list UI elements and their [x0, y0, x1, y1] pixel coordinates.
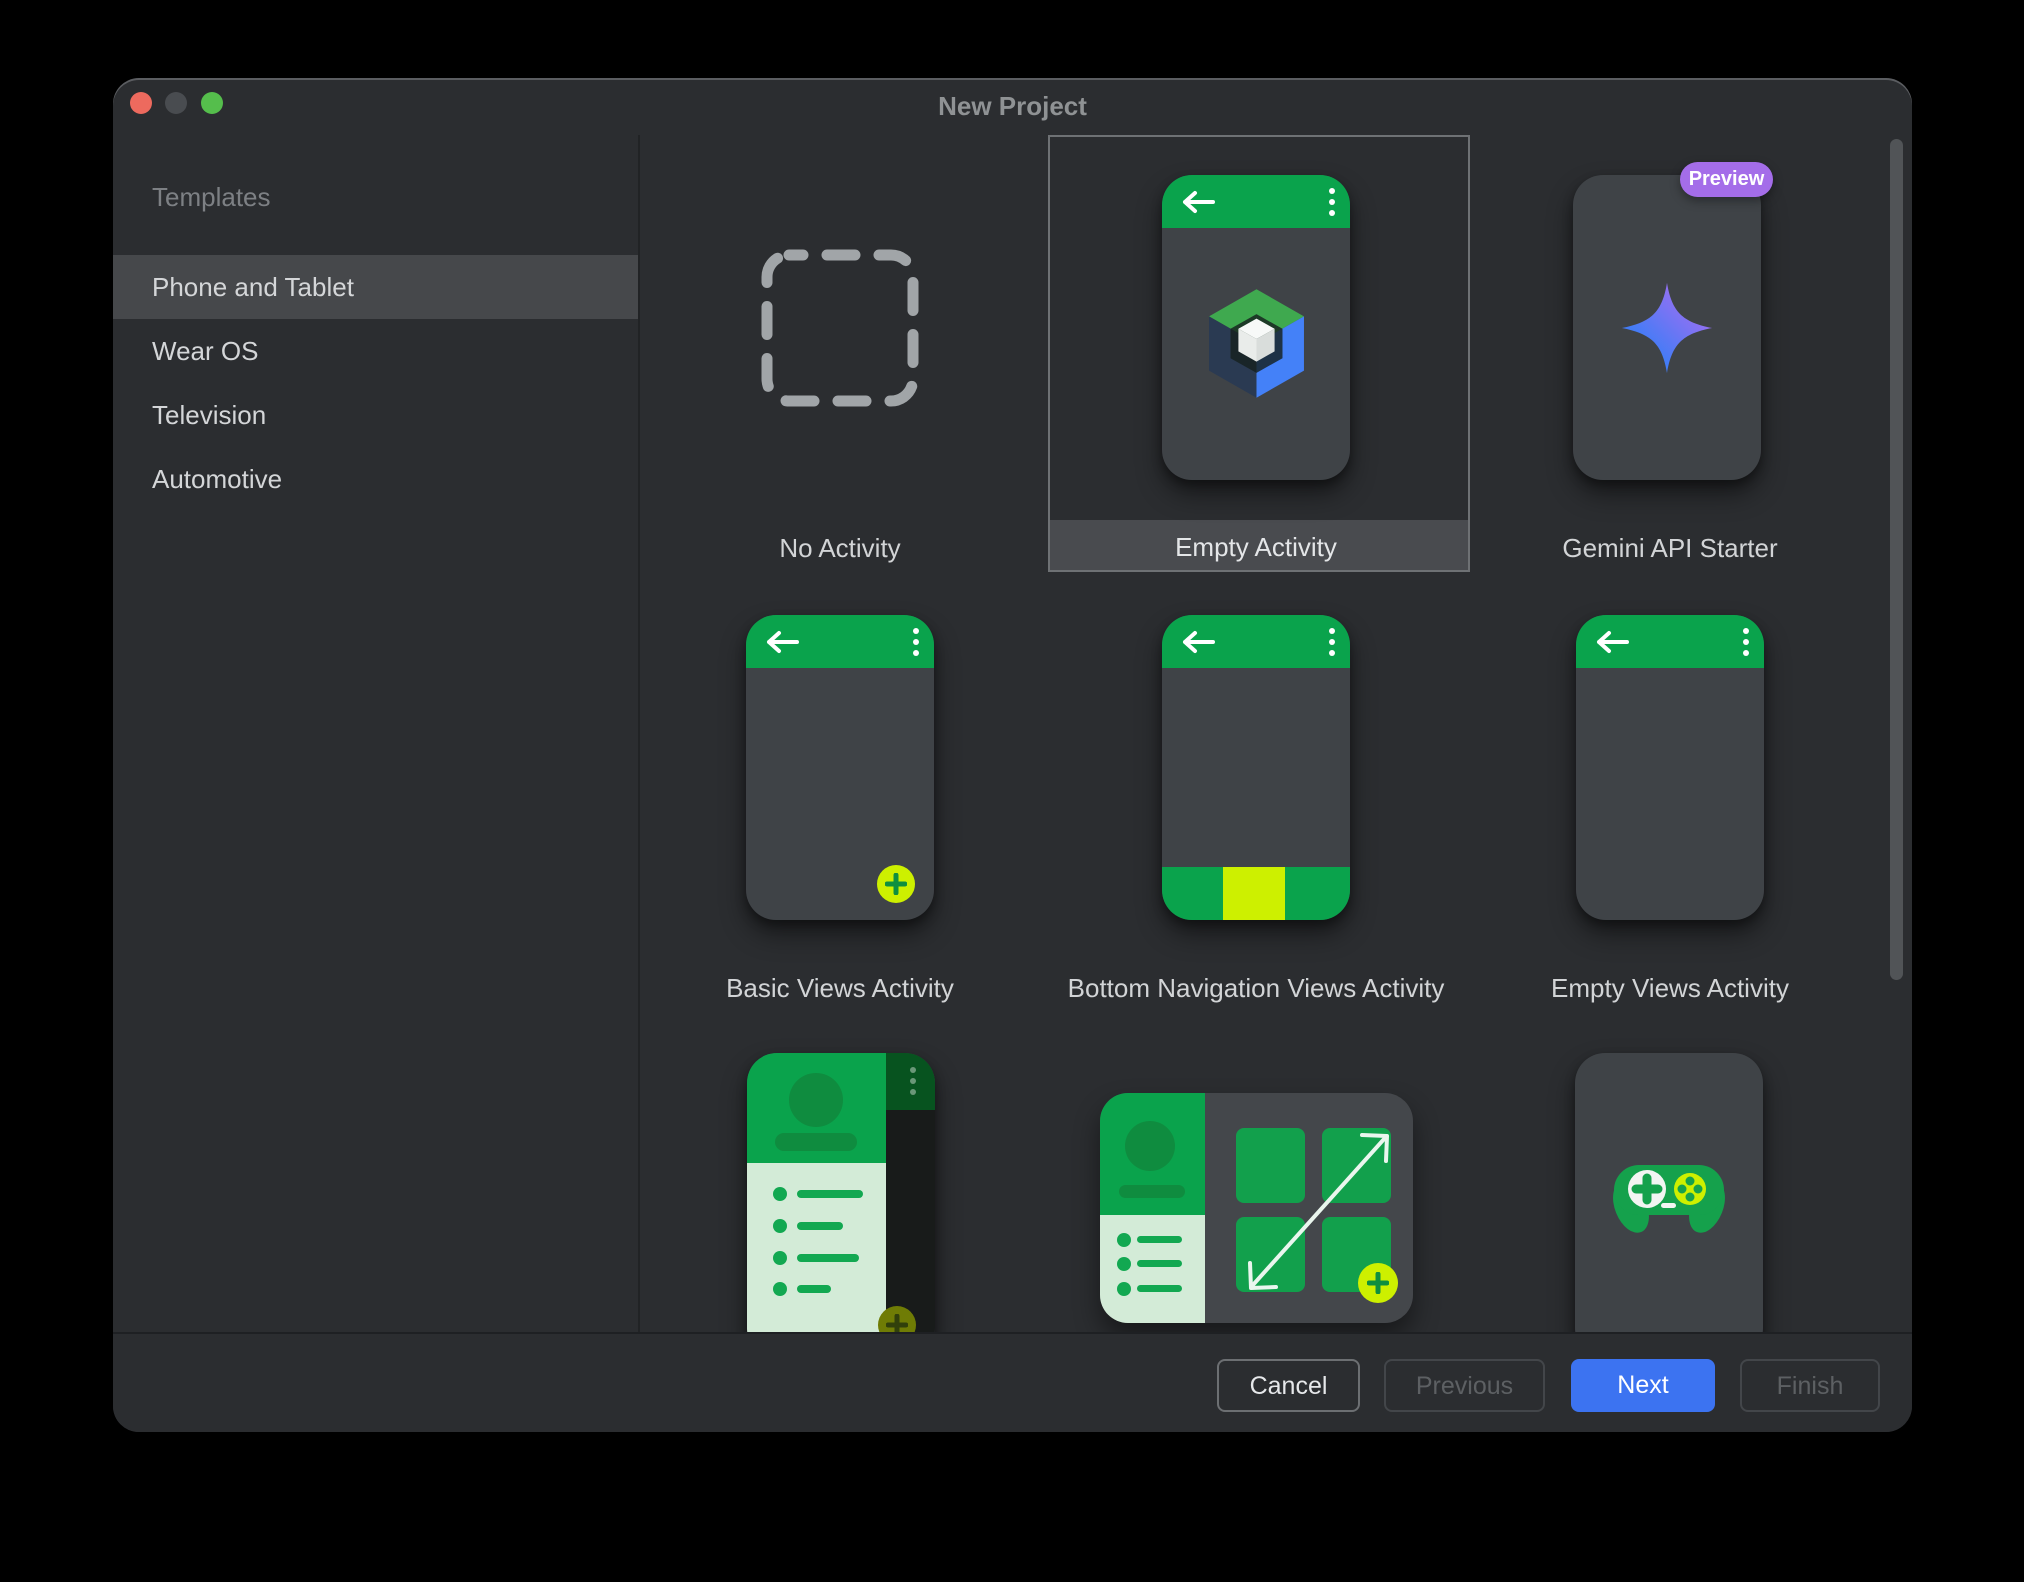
sidebar-item-phone-and-tablet[interactable]: Phone and Tablet	[113, 255, 638, 319]
cancel-button[interactable]: Cancel	[1217, 1359, 1360, 1412]
back-arrow-icon	[766, 630, 800, 654]
overflow-menu-icon	[912, 626, 920, 658]
template-card-game-activity[interactable]	[1575, 1053, 1763, 1332]
template-card-basic-views-activity[interactable]	[746, 615, 934, 920]
template-grid: No Activity Em	[640, 133, 1912, 1332]
empty-activity-preview[interactable]	[1162, 175, 1350, 480]
dimmed-app-bar	[886, 1053, 935, 1110]
name-placeholder	[775, 1133, 857, 1151]
template-card-empty-views-activity[interactable]	[1576, 615, 1764, 920]
overflow-menu-icon	[909, 1065, 917, 1097]
overflow-menu-icon	[1742, 626, 1750, 658]
dimmed-screen	[886, 1110, 935, 1332]
sidebar-item-television[interactable]: Television	[113, 383, 638, 447]
new-project-dialog: New Project Templates Phone and Tablet W…	[113, 78, 1912, 1432]
preview-badge: Preview	[1680, 162, 1773, 197]
back-arrow-icon	[1182, 630, 1216, 654]
template-label-bottom-navigation-views-activity[interactable]: Bottom Navigation Views Activity	[1049, 972, 1463, 1004]
drawer-header	[747, 1053, 886, 1163]
template-label-basic-views-activity[interactable]: Basic Views Activity	[640, 972, 1047, 1004]
gamepad-icon	[1609, 1151, 1729, 1243]
finish-button[interactable]: Finish	[1740, 1359, 1880, 1412]
template-label-empty-views-activity[interactable]: Empty Views Activity	[1463, 972, 1877, 1004]
previous-button[interactable]: Previous	[1384, 1359, 1545, 1412]
avatar	[789, 1073, 843, 1127]
jetpack-compose-logo	[1200, 287, 1313, 400]
back-arrow-icon	[1182, 190, 1216, 214]
template-card-bottom-navigation-views-activity[interactable]	[1162, 615, 1350, 920]
overflow-menu-icon	[1328, 626, 1336, 658]
template-card-navigation-drawer[interactable]	[747, 1053, 935, 1332]
sidebar-header: Templates	[152, 182, 271, 213]
bottom-nav-selected-segment	[1223, 867, 1285, 920]
app-bar	[1576, 615, 1764, 668]
back-arrow-icon	[1596, 630, 1630, 654]
fab-plus-icon	[1358, 1263, 1398, 1303]
bottom-nav-bar	[1162, 867, 1350, 920]
window-title: New Project	[113, 91, 1912, 121]
sidebar-item-automotive[interactable]: Automotive	[113, 447, 638, 511]
drawer-menu	[747, 1163, 886, 1332]
app-bar	[1162, 615, 1350, 668]
screen-background: New Project Templates Phone and Tablet W…	[0, 0, 2024, 1582]
dialog-footer: Cancel Previous Next Finish	[113, 1332, 1912, 1432]
app-bar	[746, 615, 934, 668]
app-bar	[1162, 175, 1350, 228]
fab-plus-icon	[877, 865, 915, 903]
template-card-responsive[interactable]	[1100, 1093, 1413, 1323]
template-label-gemini-api-starter[interactable]: Gemini API Starter	[1463, 532, 1877, 564]
sidebar-item-wear-os[interactable]: Wear OS	[113, 319, 638, 383]
nav-drawer-panel	[747, 1053, 886, 1332]
template-label-no-activity[interactable]: No Activity	[640, 532, 1047, 564]
next-button[interactable]: Next	[1571, 1359, 1715, 1412]
dashed-square-icon	[760, 248, 920, 408]
template-card-no-activity[interactable]	[760, 248, 920, 413]
template-card-gemini-api-starter[interactable]	[1573, 175, 1761, 480]
overflow-menu-icon	[1328, 186, 1336, 218]
gemini-star-icon	[1617, 280, 1717, 376]
vertical-scrollbar[interactable]	[1890, 139, 1903, 980]
template-label-empty-activity[interactable]: Empty Activity	[1049, 531, 1463, 563]
